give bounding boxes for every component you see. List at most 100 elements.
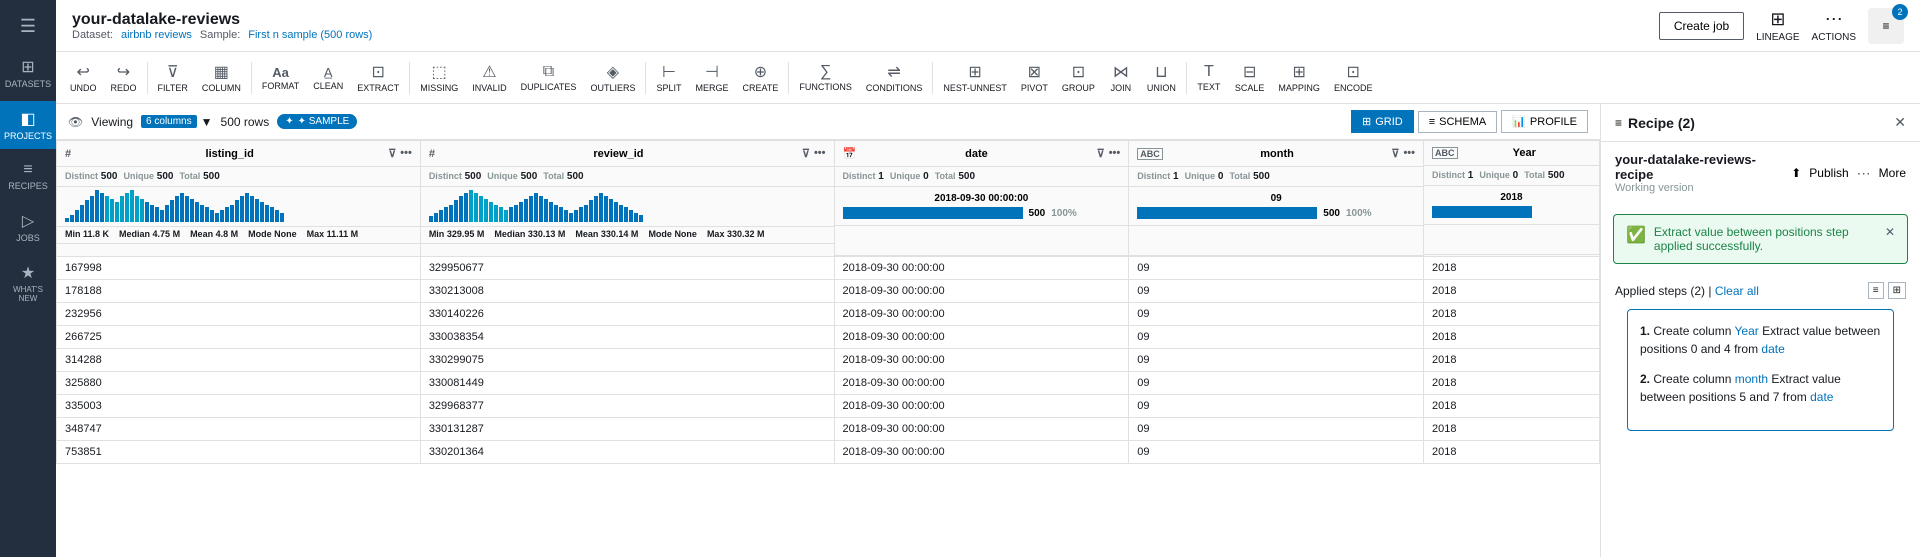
histogram-bar[interactable] [180,193,184,222]
nest-unnest-button[interactable]: ⊞ NEST-UNNEST [937,58,1013,97]
col-menu-icon[interactable]: ••• [400,147,412,160]
schema-view-button[interactable]: ≡ SCHEMA [1418,111,1497,133]
histogram-bar[interactable] [629,210,633,222]
histogram-bar[interactable] [75,210,79,222]
histogram-bar[interactable] [135,196,139,222]
steps-list-icon[interactable]: ≡ [1868,282,1884,299]
histogram-bar[interactable] [195,202,199,222]
histogram-bar[interactable] [499,207,503,222]
histogram-bar[interactable] [529,196,533,222]
data-cell[interactable]: 330081449 [420,372,834,395]
data-cell[interactable]: 09 [1129,395,1424,418]
histogram-bar[interactable] [609,199,613,222]
duplicates-button[interactable]: ⧉ DUPLICATES [515,59,583,96]
filter-col-month-icon[interactable]: ⊽ [1391,147,1399,160]
histogram-bar[interactable] [210,210,214,222]
recipe-button[interactable]: ≡ 2 [1868,8,1904,44]
histogram-bar[interactable] [439,210,443,222]
histogram-bar[interactable] [574,210,578,222]
histogram-bar[interactable] [584,205,588,222]
histogram-bar[interactable] [449,205,453,222]
histogram-bar[interactable] [185,196,189,222]
col-histogram-listing-id[interactable] [57,187,420,227]
data-cell[interactable]: 2018 [1424,441,1600,464]
histogram-bar[interactable] [489,202,493,222]
histogram-bar[interactable] [70,215,74,222]
histogram-bar[interactable] [165,205,169,222]
histogram-bar[interactable] [245,193,249,222]
histogram-bar[interactable] [170,200,174,222]
text-button[interactable]: T TEXT [1191,59,1227,96]
data-cell[interactable]: 178188 [57,280,421,303]
histogram-bar[interactable] [544,199,548,222]
data-cell[interactable]: 266725 [57,326,421,349]
data-cell[interactable]: 753851 [57,441,421,464]
histogram-bar[interactable] [85,200,89,222]
data-cell[interactable]: 2018-09-30 00:00:00 [834,257,1129,280]
functions-button[interactable]: ∑ FUNCTIONS [793,59,858,96]
data-cell[interactable]: 09 [1129,418,1424,441]
data-cell[interactable]: 330299075 [420,349,834,372]
mapping-button[interactable]: ⊞ MAPPING [1272,58,1326,97]
col-menu-month-icon[interactable]: ••• [1403,147,1415,160]
missing-button[interactable]: ⬚ MISSING [414,58,464,97]
more-icon[interactable]: ⋯ [1857,165,1871,182]
histogram-bar[interactable] [260,202,264,222]
clean-button[interactable]: A̲ CLEAN [307,61,349,95]
lineage-action[interactable]: ⊞ LINEAGE [1756,9,1799,43]
filter-button[interactable]: ⊽ FILTER [152,58,194,97]
histogram-bar[interactable] [599,193,603,222]
histogram-bar[interactable] [619,205,623,222]
histogram-bar[interactable] [215,213,219,222]
histogram-bar[interactable] [454,200,458,222]
data-cell[interactable]: 330213008 [420,280,834,303]
data-cell[interactable]: 2018-09-30 00:00:00 [834,280,1129,303]
histogram-bar[interactable] [280,213,284,222]
hamburger-menu[interactable]: ☰ [0,8,56,45]
histogram-bar[interactable] [484,199,488,222]
data-cell[interactable]: 2018 [1424,257,1600,280]
create-job-button[interactable]: Create job [1659,12,1744,40]
grid-view-button[interactable]: ⊞ GRID [1351,110,1414,133]
data-table-wrapper[interactable]: # listing_id ⊽ ••• Distinct 500 [56,140,1600,557]
histogram-bar[interactable] [474,193,478,222]
histogram-bar[interactable] [80,205,84,222]
histogram-bar[interactable] [534,193,538,222]
histogram-bar[interactable] [105,196,109,222]
redo-button[interactable]: ↪ REDO [105,58,143,97]
histogram-bar[interactable] [65,218,69,222]
histogram-bar[interactable] [494,205,498,222]
histogram-bar[interactable] [140,199,144,222]
data-cell[interactable]: 2018-09-30 00:00:00 [834,395,1129,418]
data-cell[interactable]: 167998 [57,257,421,280]
histogram-bar[interactable] [155,207,159,222]
histogram-bar[interactable] [265,205,269,222]
data-cell[interactable]: 2018 [1424,280,1600,303]
data-cell[interactable]: 09 [1129,372,1424,395]
histogram-bar[interactable] [564,210,568,222]
col-menu-date-icon[interactable]: ••• [1109,147,1121,160]
column-button[interactable]: ▦ COLUMN [196,58,247,97]
success-close-button[interactable]: ✕ [1885,225,1895,239]
histogram-bar[interactable] [444,207,448,222]
histogram-bar[interactable] [514,205,518,222]
union-button[interactable]: ⊔ UNION [1141,58,1182,97]
extract-button[interactable]: ⊡ EXTRACT [351,58,405,97]
histogram-bar[interactable] [479,196,483,222]
data-cell[interactable]: 329950677 [420,257,834,280]
histogram-bar[interactable] [160,210,164,222]
publish-label[interactable]: Publish [1809,166,1848,180]
histogram-bar[interactable] [125,193,129,222]
conditions-button[interactable]: ⇌ CONDITIONS [860,58,929,97]
histogram-bar[interactable] [175,196,179,222]
profile-view-button[interactable]: 📊 PROFILE [1501,110,1588,133]
histogram-bar[interactable] [250,196,254,222]
group-button[interactable]: ⊡ GROUP [1056,58,1101,97]
histogram-bar[interactable] [549,202,553,222]
data-cell[interactable]: 314288 [57,349,421,372]
dataset-link[interactable]: airbnb reviews [121,29,192,41]
data-cell[interactable]: 325880 [57,372,421,395]
histogram-bar[interactable] [230,205,234,222]
filter-col-date-icon[interactable]: ⊽ [1097,147,1105,160]
histogram-bar[interactable] [270,207,274,222]
